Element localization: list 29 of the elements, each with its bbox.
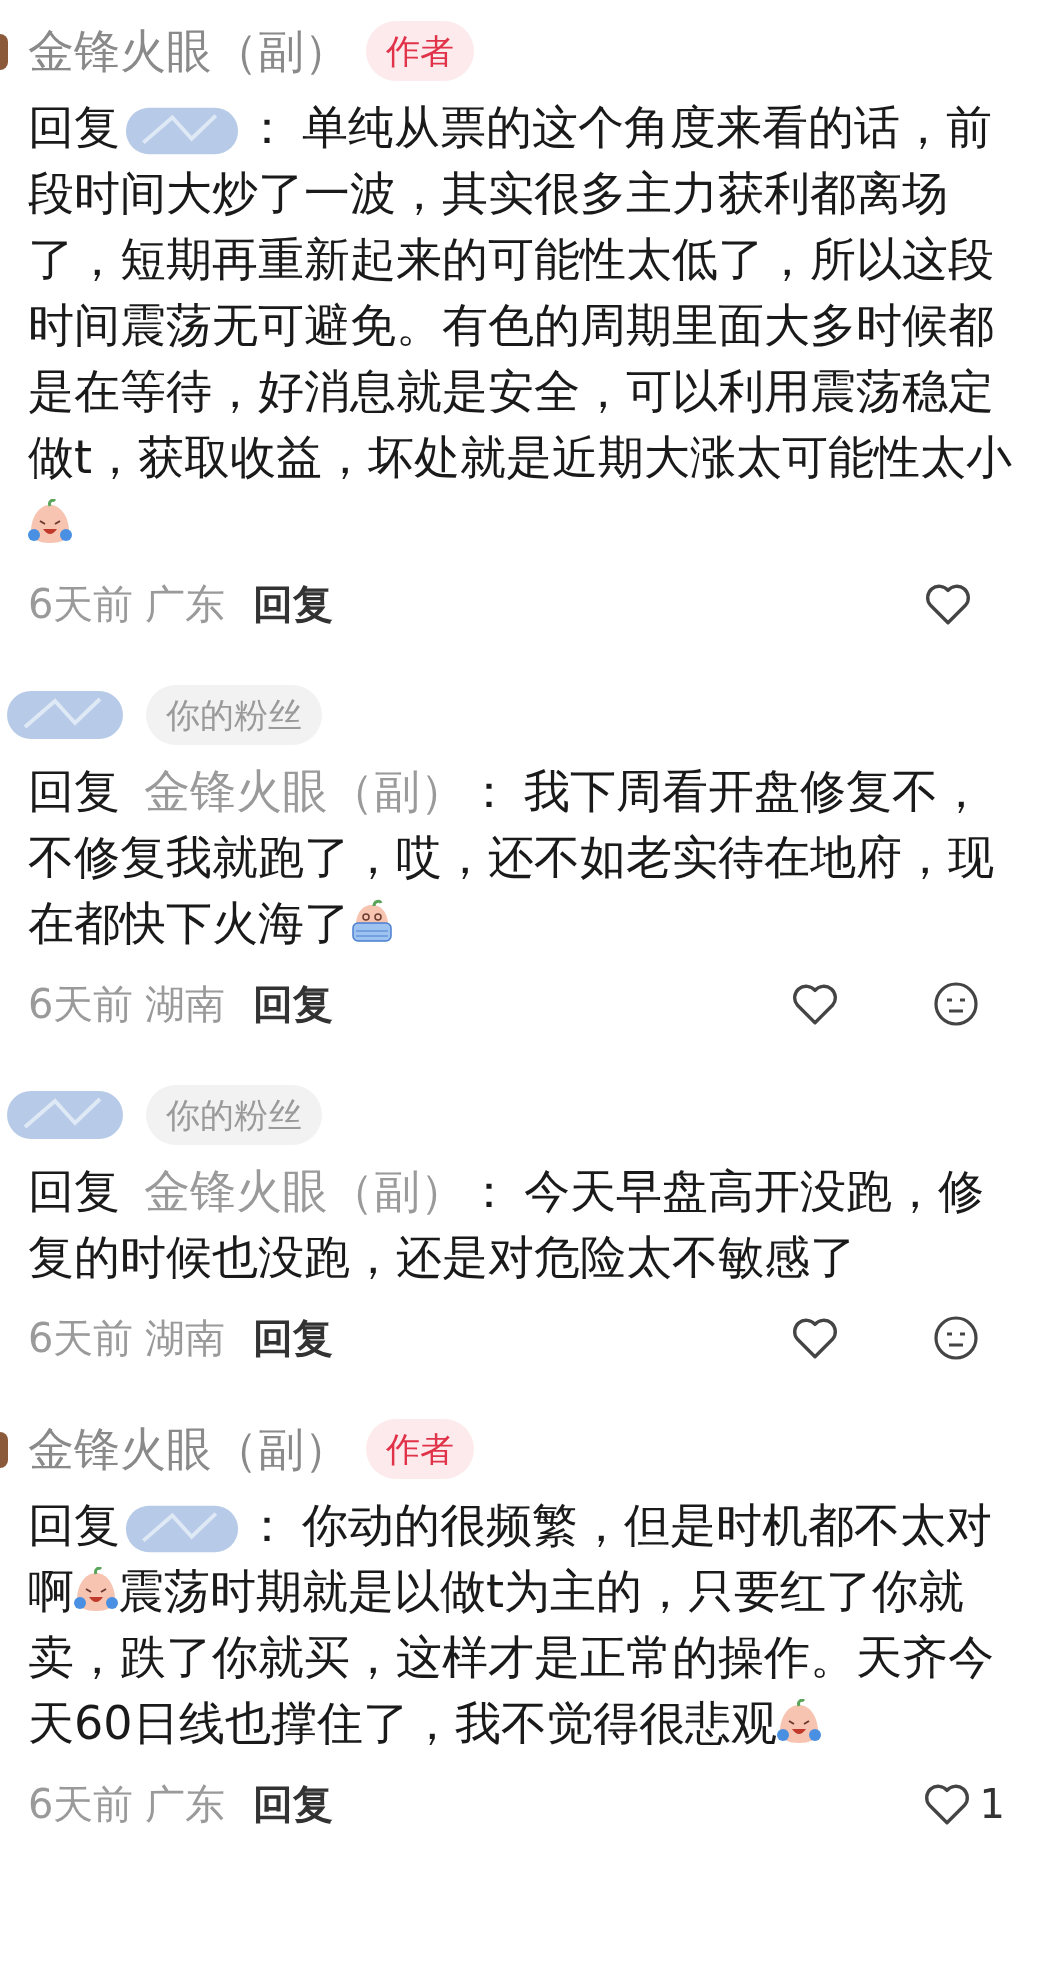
comment-location: 广东 [145,580,226,629]
avatar-edge [0,1432,8,1468]
fan-tag: 你的粉丝 [146,685,322,745]
comment-text: 回复 金锋火眼（副）： 我下周看开盘修复不，不修复我就跑了，哎，还不如老实待在地府，现在都快下火海了 [28,763,995,952]
sobbing-emoji-icon [350,899,394,945]
like-count: 1 [979,1780,1005,1829]
neutral-face-icon[interactable] [932,1314,980,1362]
comment-text: 回复 金锋火眼（副）： 今天早盘高开没跑，修复的时候也没跑，还是对危险太不敏感了 [28,1163,985,1286]
reply-button[interactable]: 回复 [253,574,334,634]
avatar-edge [0,34,8,70]
reply-button[interactable]: 回复 [253,1774,334,1834]
comment-text: 回复 ： 你动的很频繁，但是时机都不太对啊 震荡时期就是以做t为主的，只要红了你就卖，跌了你就买，这样才是正常的操作。天齐今天60日线也撑住了，我不觉得很悲观 [28,1497,995,1752]
comment-time: 6天前 [28,1780,134,1829]
comment-location: 湖南 [145,980,226,1029]
comment-time: 6天前 [28,1314,134,1363]
comment-text: 回复 ： 单纯从票的这个角度来看的话，前段时间大炒了一波，其实很多主力获利都离场了，短期再重新起来的可能性太低了，所以这段时间震荡无可避免。有色的周期里面大多时候都是在等待，好消息就是安全，可以利用震荡稳定做t，获取收益，坏处就是近期大涨太可能性太小 [28,94,1028,556]
neutral-face-icon[interactable] [932,980,980,1028]
laughing-crying-emoji-icon [28,499,72,545]
reply-button[interactable]: 回复 [253,974,334,1034]
reply-button[interactable]: 回复 [253,1308,334,1368]
author-tag: 作者 [366,1419,474,1479]
comment-time: 6天前 [28,980,134,1029]
laughing-crying-emoji-icon [776,1699,821,1745]
comment-time: 6天前 [28,580,134,629]
comment-location: 湖南 [145,1314,226,1363]
laughing-crying-emoji-icon [74,1567,118,1613]
author-tag: 作者 [366,21,474,81]
fan-tag: 你的粉丝 [146,1085,322,1145]
comment-location: 广东 [145,1780,226,1829]
